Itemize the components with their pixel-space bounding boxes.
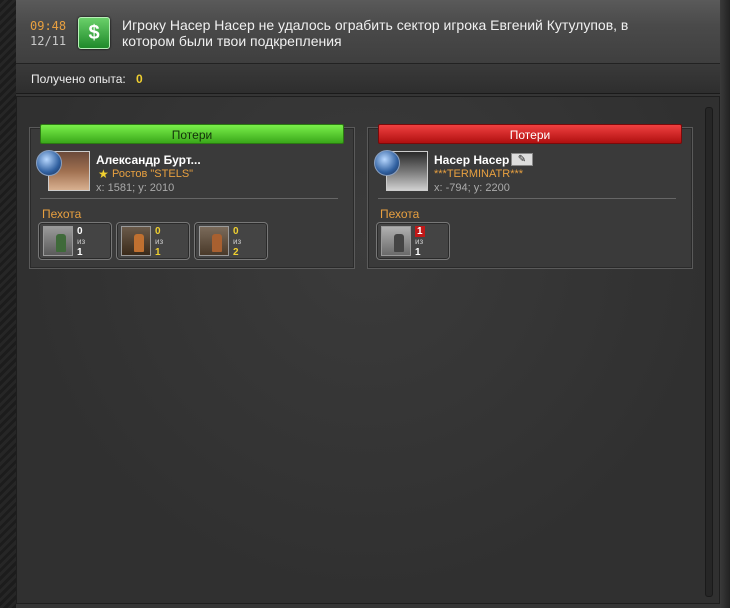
unit-total: 1	[77, 247, 83, 258]
star-icon: ★	[98, 167, 109, 181]
unit-card[interactable]: 0 из 2	[194, 222, 268, 260]
panel-divider	[378, 198, 676, 199]
experience-label: Получено опыта:	[31, 72, 126, 86]
defender-name[interactable]: Александр Бурт...	[96, 153, 201, 167]
unit-category-infantry: Пехота	[380, 207, 420, 221]
unit-lost: 0	[77, 226, 83, 237]
attacker-clan[interactable]: ***TERMINATR***	[434, 168, 523, 180]
soldier-figure	[56, 234, 66, 252]
unit-total: 1	[415, 247, 421, 258]
heavy-trooper-icon	[199, 226, 229, 256]
report-header: 09:48 12/11 $ Игроку Насер Насер не удал…	[16, 0, 720, 64]
mech-trooper-icon	[121, 226, 151, 256]
unit-card[interactable]: 0 из 1	[38, 222, 112, 260]
unit-lost: 1	[415, 226, 425, 237]
content-scrollbar[interactable]	[705, 107, 713, 597]
rank-badge-icon	[36, 150, 62, 176]
defender-coords[interactable]: x: 1581; y: 2010	[96, 182, 174, 194]
panel-divider	[40, 198, 338, 199]
unit-of: из	[77, 237, 86, 246]
heavy-figure	[212, 234, 222, 252]
unit-total: 1	[155, 247, 161, 258]
mech-figure	[134, 234, 144, 252]
report-date: 12/11	[30, 34, 67, 48]
report-time: 09:48	[30, 19, 67, 33]
unit-card[interactable]: 0 из 1	[116, 222, 190, 260]
attacker-panel: Потери Насер Насер ✎ ***TERMINATR*** x: …	[367, 124, 693, 269]
gunner-figure	[394, 234, 404, 252]
report-content: Потери Александр Бурт... ★ Ростов "STELS…	[16, 96, 720, 604]
experience-bar: Получено опыта: 0	[16, 64, 720, 94]
unit-of: из	[415, 237, 424, 246]
frame-left-border	[0, 0, 16, 608]
pencil-icon[interactable]: ✎	[511, 153, 533, 166]
gunner-icon	[381, 226, 411, 256]
defender-clan[interactable]: Ростов "STELS"	[112, 168, 193, 180]
rank-badge-icon	[374, 150, 400, 176]
soldier-icon	[43, 226, 73, 256]
unit-lost: 0	[155, 226, 161, 237]
frame-right-border	[720, 0, 730, 608]
unit-card[interactable]: 1 из 1	[376, 222, 450, 260]
unit-of: из	[233, 237, 242, 246]
defender-losses-header: Потери	[40, 124, 344, 144]
unit-lost: 0	[233, 226, 239, 237]
report-message: Игроку Насер Насер не удалось ограбить с…	[122, 17, 629, 49]
unit-of: из	[155, 237, 164, 246]
attacker-coords[interactable]: x: -794; y: 2200	[434, 182, 510, 194]
unit-category-infantry: Пехота	[42, 207, 82, 221]
attacker-losses-header: Потери	[378, 124, 682, 144]
unit-total: 2	[233, 247, 239, 258]
window-frame: 09:48 12/11 $ Игроку Насер Насер не удал…	[0, 0, 730, 608]
attacker-name[interactable]: Насер Насер	[434, 153, 509, 167]
defender-panel: Потери Александр Бурт... ★ Ростов "STELS…	[29, 124, 355, 269]
money-icon: $	[78, 17, 110, 49]
experience-value: 0	[136, 72, 143, 86]
